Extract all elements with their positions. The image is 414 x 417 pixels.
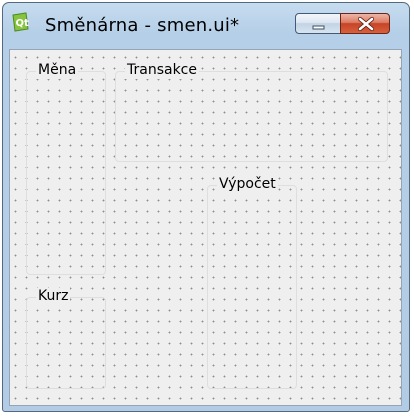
qt-designer-icon: Qt xyxy=(11,12,30,32)
groupbox-vypocet[interactable]: Výpočet xyxy=(207,176,297,389)
groupbox-mena-title: Měna xyxy=(36,62,79,79)
groupbox-transakce[interactable]: Transakce xyxy=(115,62,388,162)
window-title: Směnárna - smen.ui* xyxy=(45,15,240,36)
form-canvas[interactable]: Měna Transakce Výpočet Kurz xyxy=(9,49,402,406)
title-bar[interactable]: Qt Směnárna - smen.ui* xyxy=(3,3,409,49)
groupbox-kurz[interactable]: Kurz xyxy=(26,288,106,389)
minimize-button[interactable] xyxy=(295,13,341,34)
groupbox-vypocet-title: Výpočet xyxy=(217,176,278,193)
svg-text:Qt: Qt xyxy=(16,18,30,29)
groupbox-kurz-title: Kurz xyxy=(36,288,71,305)
designer-window: Qt Směnárna - smen.ui* Měna Transakce Vý… xyxy=(2,2,410,412)
groupbox-transakce-title: Transakce xyxy=(125,62,199,79)
close-button[interactable] xyxy=(340,13,390,34)
groupbox-mena[interactable]: Měna xyxy=(26,62,106,275)
